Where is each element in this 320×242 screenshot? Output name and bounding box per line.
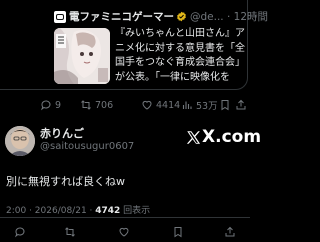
bookmark-icon: [221, 100, 229, 111]
reply-count: 9: [55, 99, 62, 111]
quoted-handle-and-time: @de... · 12時間: [190, 10, 269, 23]
heart-icon: [119, 227, 129, 237]
reply-views-label: 回表示: [120, 206, 151, 216]
heart-icon: [142, 100, 152, 110]
retweet-action[interactable]: [64, 224, 76, 240]
share-icon: [236, 99, 246, 110]
manga-cover-image: [54, 28, 110, 84]
quoted-tweet-actions: 9 706 4414 53万: [0, 97, 250, 113]
retweet-count: 706: [95, 99, 114, 111]
share-action[interactable]: [224, 224, 236, 240]
retweet-icon: [81, 100, 91, 110]
like-action[interactable]: [118, 224, 130, 240]
quoted-account-name[interactable]: 電ファミニコゲーマー: [69, 9, 174, 24]
reply-action[interactable]: [14, 224, 26, 240]
reply-icon: [14, 227, 25, 238]
bookmark-icon: [174, 227, 182, 238]
like-count: 4414: [156, 99, 181, 111]
like-action[interactable]: 4414: [141, 97, 180, 113]
share-action[interactable]: [235, 97, 247, 113]
retweet-icon: [65, 227, 75, 237]
x-com-watermark: X.com: [186, 127, 261, 147]
reply-handle[interactable]: @saitousugur0607: [40, 141, 134, 152]
avatar-photo: [5, 126, 35, 156]
bookmark-action[interactable]: [172, 224, 184, 240]
reply-display-name[interactable]: 赤りんご: [40, 125, 84, 141]
views-action[interactable]: 53万: [181, 97, 218, 113]
divider: [0, 217, 250, 218]
share-icon: [225, 226, 235, 237]
bar-chart-icon: [182, 101, 192, 109]
x-com-text: X.com: [202, 127, 262, 147]
reply-user-avatar[interactable]: [5, 126, 35, 156]
quoted-tweet-header: 電ファミニコゲーマー @de... · 12時間: [69, 8, 268, 24]
view-count: 53万: [196, 101, 218, 112]
reply-tweet-actions: [0, 224, 250, 240]
quoted-tweet-thumbnail[interactable]: [54, 28, 110, 84]
quoted-tweet-card[interactable]: 電ファミニコゲーマー @de... · 12時間 『みいちゃんと山田さん』アニメ…: [0, 0, 268, 112]
reply-tweet-text: 別に無視すれば良くねw: [6, 175, 125, 188]
bookmark-action[interactable]: [219, 97, 231, 113]
reply-views-count: 4742: [95, 206, 121, 216]
verified-badge-icon: [177, 11, 186, 21]
reply-icon: [40, 100, 51, 111]
x-logo-icon: [186, 130, 201, 144]
retweet-action[interactable]: 706: [80, 97, 113, 113]
reply-action[interactable]: 9: [40, 97, 61, 113]
reply-timestamp[interactable]: 2:00 · 2026/08/21 ·: [6, 206, 95, 216]
quoted-account-avatar[interactable]: [54, 11, 66, 23]
reply-timestamp-line: 2:00 · 2026/08/21 · 4742 回表示: [6, 203, 150, 216]
quoted-tweet-text: 『みいちゃんと山田さん』アニメ化に対する意見書を「全国手をつなぐ育成会連合会」が…: [115, 28, 245, 83]
